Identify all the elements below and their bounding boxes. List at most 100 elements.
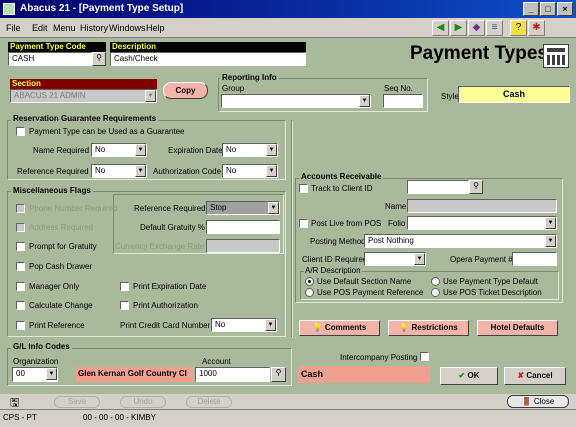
organization-select[interactable]: 00 ▼ (12, 367, 58, 382)
comments-button[interactable]: 💡 Comments (299, 320, 380, 336)
chevron-down-icon[interactable]: ▼ (135, 165, 146, 177)
calculate-change-checkbox[interactable] (16, 301, 25, 310)
print-expiration-checkbox[interactable] (120, 282, 129, 291)
search-icon[interactable]: ⚲ (92, 52, 106, 66)
menu-help[interactable]: Help (146, 23, 165, 33)
menu-edit[interactable]: Edit (32, 23, 48, 33)
ok-label: OK (467, 371, 480, 380)
status-center: 00 - 00 - 00 - KIMBY (83, 413, 156, 422)
misc-reference-required-select[interactable]: Stop ▼ (206, 201, 280, 215)
chevron-down-icon[interactable]: ▼ (359, 95, 370, 107)
posting-method-select[interactable]: Post Nothing ▼ (364, 234, 557, 248)
chevron-down-icon[interactable]: ▼ (266, 165, 277, 177)
default-gratuity-field[interactable] (206, 220, 280, 234)
restrictions-button[interactable]: 💡 Restrictions (388, 320, 469, 336)
search-icon[interactable]: ⚲ (271, 367, 286, 382)
name-required-select[interactable]: No ▼ (91, 143, 147, 157)
radio-default-section[interactable] (305, 277, 314, 286)
close-window-button[interactable]: × (557, 2, 573, 16)
copy-button[interactable]: Copy (163, 82, 208, 99)
prompt-gratuity-checkbox[interactable] (16, 242, 25, 251)
stack-icon[interactable]: ≡ (486, 20, 503, 36)
delete-button[interactable]: Delete (186, 396, 232, 408)
radio-default-section-label: Use Default Section Name (317, 277, 412, 286)
seq-no-field[interactable] (383, 94, 423, 108)
pop-cash-drawer-checkbox[interactable] (16, 262, 25, 271)
posting-method-value: Post Nothing (368, 236, 414, 245)
help-icon[interactable]: ? (510, 20, 527, 36)
radio-payment-type-default-label: Use Payment Type Default (443, 277, 539, 286)
chevron-down-icon[interactable]: ▼ (266, 144, 277, 156)
chevron-down-icon[interactable]: ▼ (265, 319, 276, 331)
cancel-button[interactable]: ✘ Cancel (504, 367, 566, 385)
hotel-defaults-button[interactable]: Hotel Defaults (477, 320, 558, 336)
comments-label: Comments (324, 323, 367, 332)
menu-file[interactable]: File (6, 23, 21, 33)
lightbulb-icon: 💡 (399, 323, 410, 332)
close-button[interactable]: 🚪 Close (507, 395, 569, 408)
manager-only-checkbox[interactable] (16, 282, 25, 291)
menu-windows[interactable]: Windows (109, 23, 146, 33)
client-id-required-select[interactable]: ▼ (364, 252, 426, 266)
opera-payment-field[interactable] (512, 252, 557, 266)
print-cc-select[interactable]: No ▼ (211, 318, 277, 332)
intercompany-checkbox[interactable] (420, 352, 429, 361)
calculate-change-label: Calculate Change (29, 301, 93, 310)
print-authorization-checkbox[interactable] (120, 301, 129, 310)
chevron-down-icon[interactable]: ▼ (46, 368, 57, 380)
description-field[interactable]: Cash/Check (110, 52, 306, 66)
reference-required-value: No (95, 166, 106, 175)
pop-cash-drawer-label: Pop Cash Drawer (29, 262, 93, 271)
folio-label: Folio (388, 219, 406, 228)
expiration-date-select[interactable]: No ▼ (222, 143, 278, 157)
auth-code-label: Authorization Code (153, 167, 222, 176)
post-live-checkbox[interactable] (299, 219, 308, 228)
print-reference-checkbox[interactable] (16, 321, 25, 330)
auth-code-select[interactable]: No ▼ (222, 164, 278, 178)
folio-select[interactable]: ▼ (407, 216, 557, 230)
phone-required-checkbox[interactable] (16, 204, 25, 213)
search-icon[interactable]: ⚲ (469, 180, 483, 194)
window-title: Abacus 21 - [Payment Type Setup] (20, 3, 184, 14)
section-select[interactable]: ABACUS 21 ADMIN ▼ (10, 89, 157, 103)
account-field[interactable]: 1000 (195, 367, 270, 382)
save-button[interactable]: Save (54, 396, 100, 408)
reference-required-select[interactable]: No ▼ (91, 164, 147, 178)
chevron-down-icon[interactable]: ▼ (414, 253, 425, 265)
forward-arrow-icon[interactable]: ▶ (450, 20, 467, 36)
user-exit-icon[interactable]: ✱ (528, 20, 545, 36)
back-arrow-icon[interactable]: ◀ (432, 20, 449, 36)
chevron-down-icon[interactable]: ▼ (545, 217, 556, 229)
chevron-down-icon[interactable]: ▼ (268, 202, 279, 214)
chevron-down-icon[interactable]: ▼ (135, 144, 146, 156)
print-reference-label: Print Reference (29, 321, 85, 330)
undo-button[interactable]: Undo (120, 396, 166, 408)
phone-required-label: Phone Number Required (29, 204, 118, 213)
chevron-down-icon[interactable]: ▼ (545, 235, 556, 247)
radio-pos-reference[interactable] (305, 288, 314, 297)
address-required-checkbox[interactable] (16, 223, 25, 232)
client-id-required-label: Client ID Required (302, 255, 368, 264)
track-client-field[interactable] (407, 180, 469, 194)
menu-history[interactable]: History (80, 23, 108, 33)
guarantee-checkbox[interactable] (16, 127, 25, 136)
status-bar: CPS - PT 00 - 00 - 00 - KIMBY (0, 409, 576, 427)
group-select[interactable]: ▼ (221, 94, 371, 108)
chevron-down-icon[interactable]: ▼ (145, 90, 156, 102)
style-field[interactable]: Cash (458, 86, 570, 103)
radio-pos-ticket[interactable] (431, 288, 440, 297)
maximize-button[interactable]: □ (540, 2, 556, 16)
bottom-toolbar: 🖫 Save Undo Delete 🚪 Close (0, 394, 576, 409)
minimize-button[interactable]: _ (523, 2, 539, 16)
app-icon (3, 3, 15, 15)
ok-button[interactable]: ✔ OK (440, 367, 498, 385)
ar-name-field[interactable] (407, 199, 557, 213)
diamond-icon[interactable]: ◆ (468, 20, 485, 36)
menu-menu[interactable]: Menu (53, 23, 76, 33)
print-expiration-label: Print Expiration Date (133, 282, 207, 291)
title-bar: Abacus 21 - [Payment Type Setup] _ □ × (0, 0, 576, 18)
payment-type-code-field[interactable]: CASH (8, 52, 92, 66)
currency-exchange-field[interactable] (206, 239, 280, 253)
radio-payment-type-default[interactable] (431, 277, 440, 286)
track-client-checkbox[interactable] (299, 184, 308, 193)
